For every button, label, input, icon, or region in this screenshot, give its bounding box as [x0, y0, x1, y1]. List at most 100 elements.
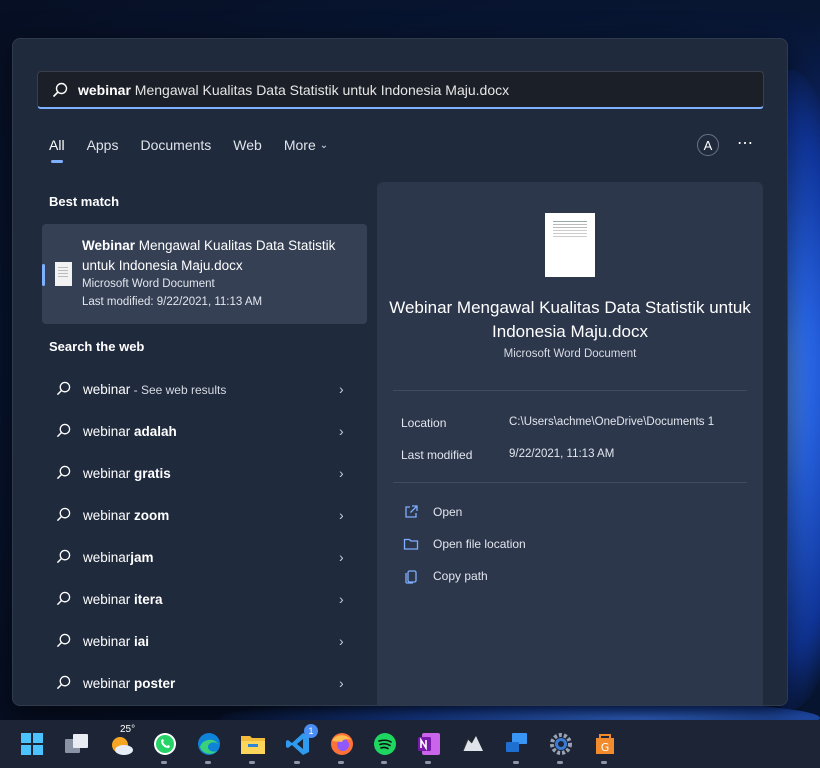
best-match-heading: Best match [49, 194, 120, 209]
web-suggestion-label: webinar poster [83, 676, 175, 691]
notification-badge: 1 [304, 724, 318, 738]
chevron-right-icon: › [339, 675, 344, 691]
chevron-right-icon: › [339, 465, 344, 481]
web-suggestion-label: webinar itera [83, 592, 163, 607]
best-match-title-bold: Webinar [82, 238, 136, 253]
web-suggestion-item[interactable]: webinar gratis › [43, 452, 367, 494]
whatsapp-icon[interactable] [151, 730, 179, 764]
onenote-icon[interactable] [415, 730, 443, 764]
suggestion-bold: zoom [134, 507, 170, 523]
gaming-icon[interactable] [459, 730, 487, 758]
open-action[interactable]: Open [403, 504, 462, 520]
web-suggestion-item[interactable]: webinar poster › [43, 662, 367, 704]
action-label: Open [433, 505, 463, 519]
search-query-rest: Mengawal Kualitas Data Statistik untuk I… [130, 81, 510, 98]
selection-indicator [42, 264, 45, 286]
running-indicator [425, 761, 431, 764]
remote-desktop-icon[interactable] [503, 730, 531, 764]
tab-label: Apps [86, 137, 119, 153]
tab-label: Documents [140, 137, 212, 153]
chevron-right-icon: › [339, 381, 344, 397]
open-external-icon [405, 505, 418, 518]
account-avatar-button[interactable]: A [697, 134, 719, 156]
folder-icon [403, 538, 419, 550]
start-icon[interactable] [18, 730, 46, 758]
weather-icon[interactable]: 25° [108, 724, 136, 758]
search-web-heading: Search the web [49, 339, 145, 354]
web-suggestion-item[interactable]: webinar iai › [43, 620, 367, 662]
action-label: Copy path [433, 569, 488, 583]
web-suggestion-label: webinar gratis [83, 466, 171, 481]
vscode-icon[interactable]: 1 [284, 724, 318, 764]
suggestion-prefix: webinar [83, 465, 135, 481]
search-icon [56, 633, 71, 648]
document-thumbnail [545, 213, 595, 277]
web-suggestion-item[interactable]: webinar adalah › [43, 410, 367, 452]
search-query-bold: webinar [78, 81, 131, 98]
search-icon [52, 82, 68, 97]
ellipsis-icon: ⋯ [737, 135, 754, 152]
search-icon [56, 381, 71, 396]
search-input[interactable]: webinar Mengawal Kualitas Data Statistik… [37, 71, 764, 109]
best-match-result[interactable]: Webinar Mengawal Kualitas Data Statistik… [42, 224, 367, 324]
suggestion-bold: iai [134, 633, 150, 649]
spotify-icon[interactable] [371, 730, 399, 764]
modified-label: Last modified [401, 448, 473, 462]
search-query-text: webinar Mengawal Kualitas Data Statistik… [78, 82, 509, 98]
location-value: C:\Users\achme\OneDrive\Documents 1 [509, 416, 715, 428]
web-suggestion-label: webinar zoom [83, 508, 169, 523]
edge-icon[interactable] [195, 730, 223, 764]
best-match-title: Webinar Mengawal Kualitas Data Statistik… [82, 236, 352, 276]
preview-title: Webinar Mengawal Kualitas Data Statistik… [389, 298, 751, 341]
suggestion-prefix: webinar [83, 675, 135, 691]
chevron-right-icon: › [339, 591, 344, 607]
web-suggestion-item[interactable]: webinar itera › [43, 578, 367, 620]
tab-apps[interactable]: Apps [87, 137, 119, 153]
suggestion-suffix: - See web results [130, 382, 227, 397]
tab-web[interactable]: Web [233, 137, 262, 153]
tab-documents[interactable]: Documents [140, 137, 211, 153]
chevron-down-icon: ⌄ [319, 139, 329, 151]
copy-icon [405, 570, 417, 584]
suggestion-prefix: webinar [83, 381, 131, 397]
running-indicator [557, 761, 563, 764]
running-indicator [294, 761, 300, 764]
location-label: Location [401, 416, 447, 430]
task-view-icon[interactable] [63, 730, 91, 758]
modified-value: 9/22/2021, 11:13 AM [509, 448, 615, 460]
suggestion-bold: itera [134, 591, 163, 607]
suggestion-bold: jam [130, 549, 154, 565]
filter-tabs: All Apps Documents Web More ⌄ [49, 137, 350, 163]
chevron-right-icon: › [339, 507, 344, 523]
web-suggestion-item[interactable]: webinarjam › [43, 536, 367, 578]
tab-more[interactable]: More ⌄ [284, 137, 328, 153]
search-panel: webinar Mengawal Kualitas Data Statistik… [12, 38, 788, 706]
running-indicator [601, 761, 607, 764]
running-indicator [381, 761, 387, 764]
web-suggestion-item[interactable]: webinar zoom › [43, 494, 367, 536]
web-suggestion-item[interactable]: webinar - See web results › [43, 368, 367, 410]
tab-all[interactable]: All [49, 137, 65, 163]
more-options-button[interactable]: ⋯ [737, 133, 754, 153]
copy-path-action[interactable]: Copy path [403, 568, 488, 584]
suggestion-bold: gratis [134, 465, 171, 481]
app-icon[interactable]: G [591, 730, 619, 764]
weather-temperature: 25° [120, 724, 136, 735]
web-suggestion-label: webinar adalah [83, 424, 177, 439]
file-explorer-icon[interactable] [239, 730, 267, 764]
running-indicator [205, 761, 211, 764]
open-file-location-action[interactable]: Open file location [403, 536, 526, 552]
suggestion-bold: poster [134, 675, 176, 691]
search-icon [56, 507, 71, 522]
settings-icon[interactable] [547, 730, 575, 764]
firefox-icon[interactable] [328, 730, 356, 764]
web-suggestion-label: webinar - See web results [83, 382, 226, 397]
chevron-right-icon: › [339, 423, 344, 439]
taskbar: 25° 1 G [0, 720, 820, 768]
suggestion-prefix: webinar [83, 507, 135, 523]
search-icon [56, 675, 71, 690]
web-suggestions: webinar - See web results › webinar adal… [43, 368, 367, 704]
suggestion-prefix: webinar [83, 423, 135, 439]
preview-pane: Webinar Mengawal Kualitas Data Statistik… [377, 182, 763, 705]
suggestion-prefix: webinar [83, 549, 131, 565]
